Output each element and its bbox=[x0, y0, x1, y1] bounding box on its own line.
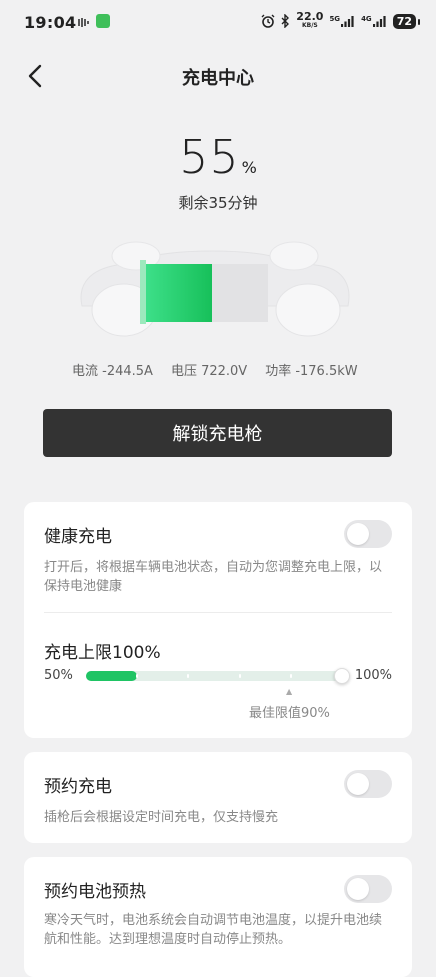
remaining-time: 剩余35分钟 bbox=[178, 194, 258, 212]
battery-preheat-card: 预约电池预热 寒冷天气时，电池系统会自动调节电池温度，以提升电池续航和性能。达到… bbox=[24, 857, 412, 977]
scheduled-charge-toggle[interactable] bbox=[344, 770, 392, 798]
power-stat: 功率 -176.5kW bbox=[265, 364, 358, 379]
message-app-icon bbox=[96, 14, 110, 28]
status-bar: 19:04 22.0 KB/S 5G 4G 72 bbox=[0, 0, 436, 44]
slider-tick bbox=[187, 674, 190, 678]
alarm-icon bbox=[261, 14, 275, 28]
charge-percent-value: 55 bbox=[179, 130, 240, 184]
best-limit-marker-icon: ▲ bbox=[286, 687, 293, 696]
signal-4g: 4G bbox=[361, 15, 387, 27]
car-battery-illustration bbox=[80, 241, 350, 337]
battery-preheat-toggle[interactable] bbox=[344, 875, 392, 903]
healthy-charge-toggle[interactable] bbox=[344, 520, 392, 548]
scheduled-charge-title: 预约充电 bbox=[44, 777, 112, 797]
voltage-stat: 电压 722.0V bbox=[170, 364, 248, 379]
charge-settings-card: 健康充电 打开后，将根据车辆电池状态，自动为您调整充电上限，以保持电池健康 充电… bbox=[24, 502, 412, 738]
page-title: 充电中心 bbox=[182, 68, 254, 89]
slider-tick bbox=[289, 674, 292, 678]
current-stat: 电流 -244.5A bbox=[72, 364, 153, 379]
slider-current-fill bbox=[86, 671, 138, 681]
toggle-knob bbox=[347, 878, 369, 900]
toggle-knob bbox=[347, 773, 369, 795]
unlock-charging-gun-button[interactable]: 解锁充电枪 bbox=[43, 409, 392, 457]
charge-limit-slider[interactable] bbox=[86, 668, 350, 684]
app-notification-icon bbox=[78, 18, 89, 27]
status-time: 19:04 bbox=[24, 13, 77, 32]
charge-percent-unit: % bbox=[241, 158, 257, 177]
battery-preheat-desc: 寒冷天气时，电池系统会自动调节电池温度，以提升电池续航和性能。达到理想温度时自动… bbox=[44, 913, 383, 947]
signal-bars-icon bbox=[341, 16, 354, 27]
healthy-charge-desc: 打开后，将根据车辆电池状态，自动为您调整充电上限，以保持电池健康 bbox=[44, 560, 383, 594]
slider-max-label: 100% bbox=[354, 668, 392, 683]
scheduled-charge-desc: 插枪后会根据设定时间充电，仅支持慢充 bbox=[44, 810, 279, 825]
slider-min-label: 50% bbox=[44, 668, 73, 683]
signal-bars-icon bbox=[372, 16, 386, 27]
scheduled-charge-card: 预约充电 插枪后会根据设定时间充电，仅支持慢充 bbox=[24, 752, 412, 843]
status-right: 22.0 KB/S 5G 4G 72 bbox=[261, 10, 421, 30]
best-limit-label: 最佳限值90% bbox=[249, 706, 330, 721]
toggle-knob bbox=[347, 523, 369, 545]
charge-limit-title: 充电上限100% bbox=[44, 643, 161, 663]
slider-tick bbox=[238, 674, 241, 678]
divider bbox=[44, 612, 392, 613]
battery-fill bbox=[144, 264, 212, 322]
slider-thumb[interactable] bbox=[334, 668, 350, 684]
healthy-charge-title: 健康充电 bbox=[44, 527, 112, 547]
slider-tick bbox=[136, 674, 139, 678]
battery-preheat-title: 预约电池预热 bbox=[44, 882, 146, 902]
bluetooth-icon bbox=[281, 14, 290, 28]
charging-stats: 电流 -244.5A 电压 722.0V 功率 -176.5kW bbox=[72, 360, 358, 379]
network-speed: 22.0 KB/S bbox=[296, 10, 324, 29]
charge-percent: 55% bbox=[0, 130, 436, 184]
battery-indicator: 72 bbox=[392, 13, 421, 29]
signal-5g: 5G bbox=[329, 15, 355, 27]
